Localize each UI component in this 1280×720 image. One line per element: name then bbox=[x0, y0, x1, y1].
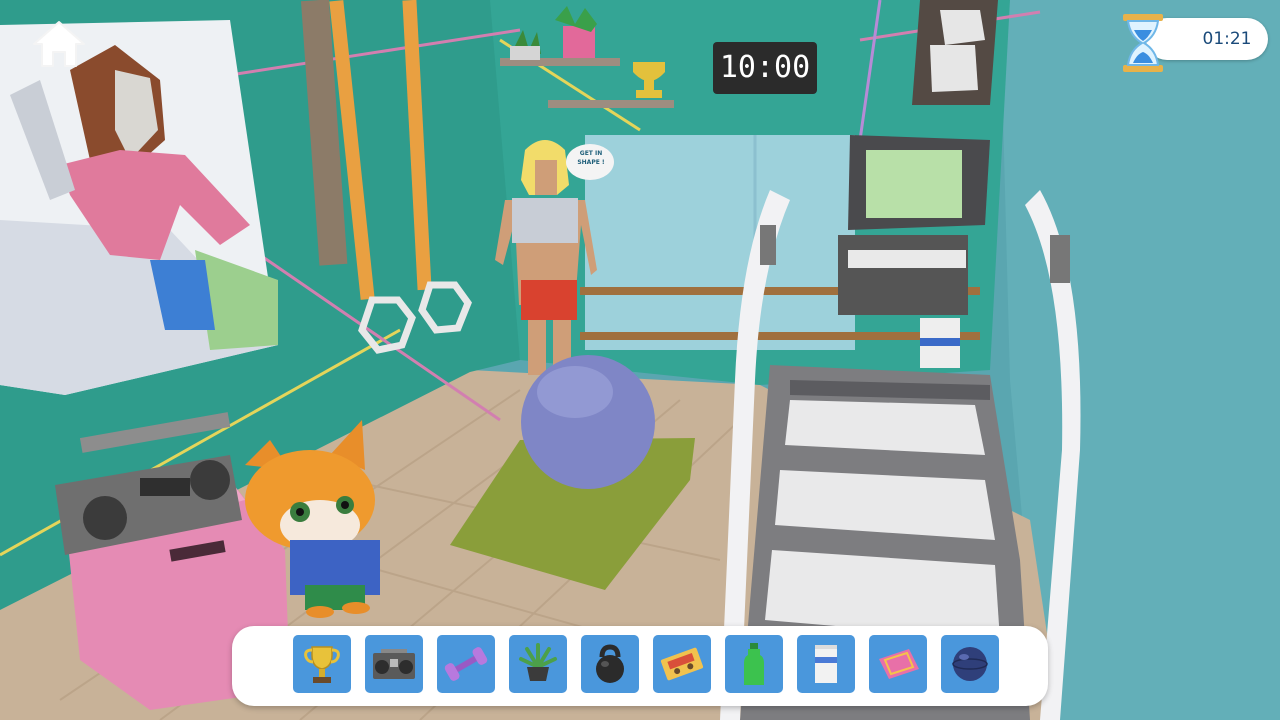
inventory-slot-bottle[interactable] bbox=[725, 635, 783, 693]
timer-widget: 01:21 bbox=[1120, 14, 1270, 72]
room-illustration bbox=[0, 0, 1280, 720]
inventory-slot-mat[interactable] bbox=[869, 635, 927, 693]
timer-value: 01:21 bbox=[1202, 29, 1252, 49]
kettlebell-icon bbox=[596, 644, 624, 683]
inventory-slot-towel[interactable] bbox=[797, 635, 855, 693]
poster-speech-text: GET IN SHAPE ! bbox=[577, 150, 605, 166]
cassette-icon bbox=[660, 647, 704, 681]
inventory-slot-trophy[interactable] bbox=[293, 635, 351, 693]
home-icon bbox=[33, 21, 85, 67]
home-button[interactable] bbox=[30, 18, 88, 70]
bottle-icon bbox=[744, 643, 764, 685]
hourglass-icon bbox=[1123, 14, 1163, 72]
ball-icon bbox=[952, 647, 988, 681]
inventory-slot-ball[interactable] bbox=[941, 635, 999, 693]
inventory-slot-dumbbell[interactable] bbox=[437, 635, 495, 693]
inventory-slot-plant[interactable] bbox=[509, 635, 567, 693]
towel-icon bbox=[815, 645, 837, 683]
mat-icon bbox=[879, 649, 919, 679]
dumbbell-icon bbox=[444, 647, 488, 681]
game-scene: 10:00 GET IN SHAPE ! bbox=[0, 0, 1280, 720]
inventory-slot-cassette[interactable] bbox=[653, 635, 711, 693]
inventory-slot-kettlebell[interactable] bbox=[581, 635, 639, 693]
inventory-slot-boombox[interactable] bbox=[365, 635, 423, 693]
inventory-bar bbox=[232, 626, 1048, 706]
wall-clock-display: 10:00 bbox=[719, 50, 811, 85]
trophy-icon bbox=[304, 646, 340, 683]
boombox-icon bbox=[373, 649, 415, 679]
plant-icon bbox=[519, 643, 557, 681]
